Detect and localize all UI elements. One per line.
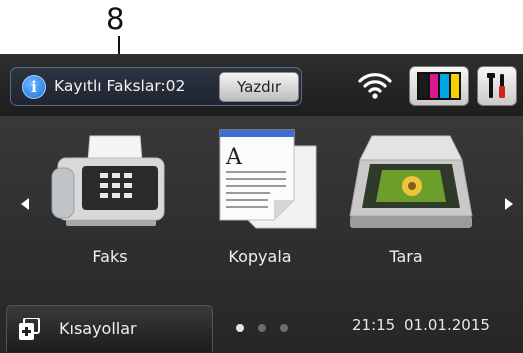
page-dot bbox=[258, 324, 266, 332]
settings-button[interactable] bbox=[477, 66, 517, 106]
next-page-arrow[interactable] bbox=[505, 198, 513, 210]
ink-yellow bbox=[450, 74, 459, 98]
scanner-icon bbox=[349, 135, 473, 228]
copy-button[interactable]: A Kopyala bbox=[190, 116, 330, 303]
stored-fax-message: Kayıtlı Fakslar:02 bbox=[54, 77, 186, 95]
print-button[interactable]: Yazdır bbox=[219, 72, 299, 102]
touchscreen: i Kayıtlı Fakslar:02 Yazdır Faks A Kopya… bbox=[0, 54, 523, 353]
page-indicator bbox=[236, 324, 288, 332]
app-area: Faks A Kopyala Tara bbox=[0, 116, 523, 303]
fax-label: Faks bbox=[92, 247, 128, 266]
ink-magenta bbox=[429, 74, 438, 98]
ink-cyan bbox=[440, 74, 449, 98]
fax-button[interactable]: Faks bbox=[40, 116, 180, 303]
stored-fax-notification[interactable]: i Kayıtlı Fakslar:02 Yazdır bbox=[10, 67, 302, 106]
copy-icon: A bbox=[219, 129, 317, 229]
ink-black bbox=[419, 74, 428, 98]
scan-label: Tara bbox=[389, 247, 423, 266]
date-time: 21:15 01.01.2015 bbox=[352, 316, 490, 334]
date: 01.01.2015 bbox=[404, 316, 490, 334]
ink-button[interactable] bbox=[409, 66, 469, 106]
shortcuts-icon bbox=[19, 318, 40, 340]
page-dot bbox=[280, 324, 288, 332]
tools-icon bbox=[487, 73, 505, 98]
shortcuts-tab[interactable]: Kısayollar bbox=[6, 305, 213, 352]
bottom-bar: Kısayollar 21:15 01.01.2015 bbox=[0, 303, 523, 353]
wifi-icon[interactable] bbox=[357, 70, 393, 100]
callout-number: 8 bbox=[106, 2, 125, 36]
status-bar: i Kayıtlı Fakslar:02 Yazdır bbox=[0, 54, 523, 116]
copy-label: Kopyala bbox=[228, 247, 292, 266]
prev-page-arrow[interactable] bbox=[21, 198, 29, 210]
time: 21:15 bbox=[352, 316, 396, 334]
shortcuts-label: Kısayollar bbox=[59, 319, 137, 338]
svg-text:A: A bbox=[225, 145, 243, 170]
scan-button[interactable]: Tara bbox=[336, 116, 476, 303]
ink-level-icon bbox=[417, 72, 461, 100]
info-icon: i bbox=[22, 75, 46, 99]
page-dot bbox=[236, 324, 244, 332]
fax-icon bbox=[51, 135, 165, 226]
